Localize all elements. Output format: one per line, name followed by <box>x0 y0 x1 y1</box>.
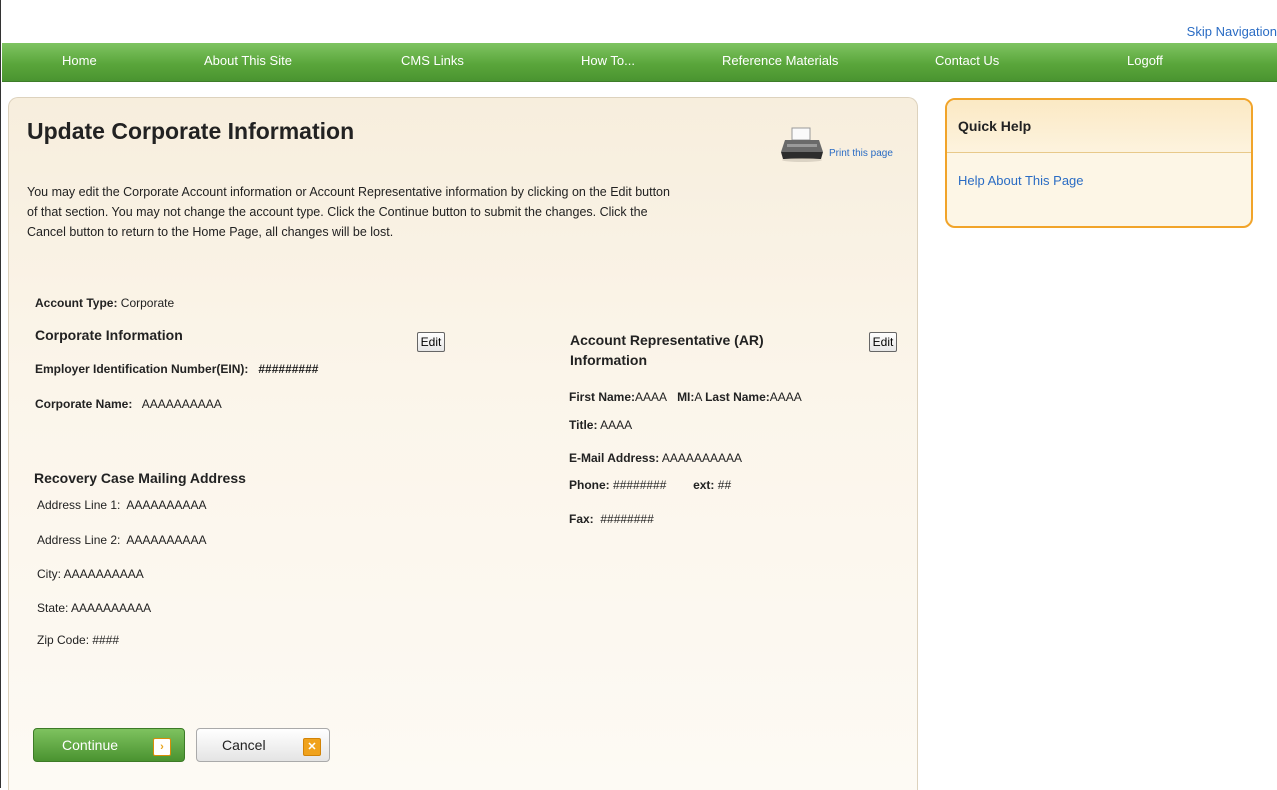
ar-name-row: First Name:AAAA MI:A Last Name:AAAA <box>569 390 802 404</box>
fax-row: Fax: ######## <box>569 512 654 526</box>
nav-about-this-site[interactable]: About This Site <box>204 53 292 68</box>
address-line-2-value: AAAAAAAAAA <box>126 533 207 547</box>
nav-contact-us[interactable]: Contact Us <box>935 53 999 68</box>
quick-help-panel: Quick Help Help About This Page <box>945 98 1253 228</box>
quick-help-title: Quick Help <box>958 118 1032 134</box>
city-value: AAAAAAAAAA <box>63 567 144 581</box>
print-this-page-link[interactable]: Print this page <box>779 126 909 162</box>
print-this-page-label: Print this page <box>829 148 893 159</box>
quick-help-header: Quick Help <box>947 100 1251 153</box>
address-line-2-label: Address Line 2: <box>37 533 121 547</box>
cancel-button-label: Cancel <box>222 737 266 753</box>
skip-navigation-link[interactable]: Skip Navigation <box>1187 24 1277 39</box>
close-icon: ✕ <box>303 738 321 756</box>
fax-label: Fax: <box>569 512 594 526</box>
mi-label: MI: <box>677 390 695 404</box>
email-value: AAAAAAAAAA <box>661 451 742 465</box>
ext-label: ext: <box>693 478 715 492</box>
instructions-line-3: Cancel button to return to the Home Page… <box>27 225 394 239</box>
zip-code-row: Zip Code: #### <box>37 633 119 647</box>
state-label: State: <box>37 601 69 615</box>
ar-title-value: AAAA <box>600 418 633 432</box>
address-line-1-label: Address Line 1: <box>37 498 121 512</box>
continue-button-label: Continue <box>62 737 119 753</box>
account-type-row: Account Type: Corporate <box>35 296 174 310</box>
first-name-label: First Name: <box>569 390 636 404</box>
page-title: Update Corporate Information <box>27 118 355 144</box>
ein-value: ######### <box>258 362 319 376</box>
address-line-1-value: AAAAAAAAAA <box>126 498 207 512</box>
edit-corporate-button[interactable]: Edit <box>417 332 445 352</box>
phone-row: Phone: ######## ext: ## <box>569 478 731 492</box>
zip-code-label: Zip Code: <box>37 633 90 647</box>
window-left-border <box>0 0 1 788</box>
state-value: AAAAAAAAAA <box>71 601 152 615</box>
phone-value: ######## <box>613 478 667 492</box>
last-name-value: AAAA <box>769 390 802 404</box>
help-about-this-page-link[interactable]: Help About This Page <box>958 173 1084 188</box>
ar-heading-line-1: Account Representative (AR) <box>570 332 764 348</box>
top-nav-bar: Home About This Site CMS Links How To...… <box>2 43 1277 82</box>
ar-information-heading: Account Representative (AR) Information <box>570 330 764 370</box>
corporate-name-value: AAAAAAAAAA <box>141 397 222 411</box>
nav-home[interactable]: Home <box>62 53 97 68</box>
main-content-panel: Update Corporate Information Print this … <box>8 97 918 790</box>
email-label: E-Mail Address: <box>569 451 660 465</box>
corporate-name-row: Corporate Name: AAAAAAAAAA <box>35 397 222 411</box>
address-line-2-row: Address Line 2: AAAAAAAAAA <box>37 533 206 547</box>
corporate-name-label: Corporate Name: <box>35 397 133 411</box>
first-name-value: AAAA <box>635 390 668 404</box>
ext-value: ## <box>717 478 732 492</box>
arrow-right-icon: › <box>153 738 171 756</box>
cancel-button[interactable]: Cancel ✕ <box>196 728 330 762</box>
city-row: City: AAAAAAAAAA <box>37 567 144 581</box>
ar-title-row: Title: AAAA <box>569 418 632 432</box>
email-row: E-Mail Address: AAAAAAAAAA <box>569 451 742 465</box>
ar-title-label: Title: <box>569 418 598 432</box>
nav-logoff[interactable]: Logoff <box>1127 53 1163 68</box>
last-name-label: Last Name: <box>705 390 770 404</box>
fax-value: ######## <box>600 512 654 526</box>
instructions-text: You may edit the Corporate Account infor… <box>27 182 907 242</box>
nav-cms-links[interactable]: CMS Links <box>401 53 464 68</box>
instructions-line-1: You may edit the Corporate Account infor… <box>27 185 670 199</box>
ein-label: Employer Identification Number(EIN): <box>35 362 249 376</box>
continue-button[interactable]: Continue › <box>33 728 185 762</box>
city-label: City: <box>37 567 61 581</box>
ar-heading-line-2: Information <box>570 352 647 368</box>
ein-row: Employer Identification Number(EIN): ###… <box>35 362 318 376</box>
mi-value: A <box>694 390 702 404</box>
printer-icon <box>781 127 823 162</box>
account-type-value: Corporate <box>120 296 175 310</box>
edit-ar-button[interactable]: Edit <box>869 332 897 352</box>
zip-code-value: #### <box>92 633 120 647</box>
nav-how-to[interactable]: How To... <box>581 53 635 68</box>
mailing-address-heading: Recovery Case Mailing Address <box>34 470 246 486</box>
corporate-information-heading: Corporate Information <box>35 327 183 343</box>
state-row: State: AAAAAAAAAA <box>37 601 151 615</box>
instructions-line-2: of that section. You may not change the … <box>27 205 648 219</box>
account-type-label: Account Type: <box>35 296 118 310</box>
nav-reference-materials[interactable]: Reference Materials <box>722 53 838 68</box>
phone-label: Phone: <box>569 478 610 492</box>
address-line-1-row: Address Line 1: AAAAAAAAAA <box>37 498 206 512</box>
